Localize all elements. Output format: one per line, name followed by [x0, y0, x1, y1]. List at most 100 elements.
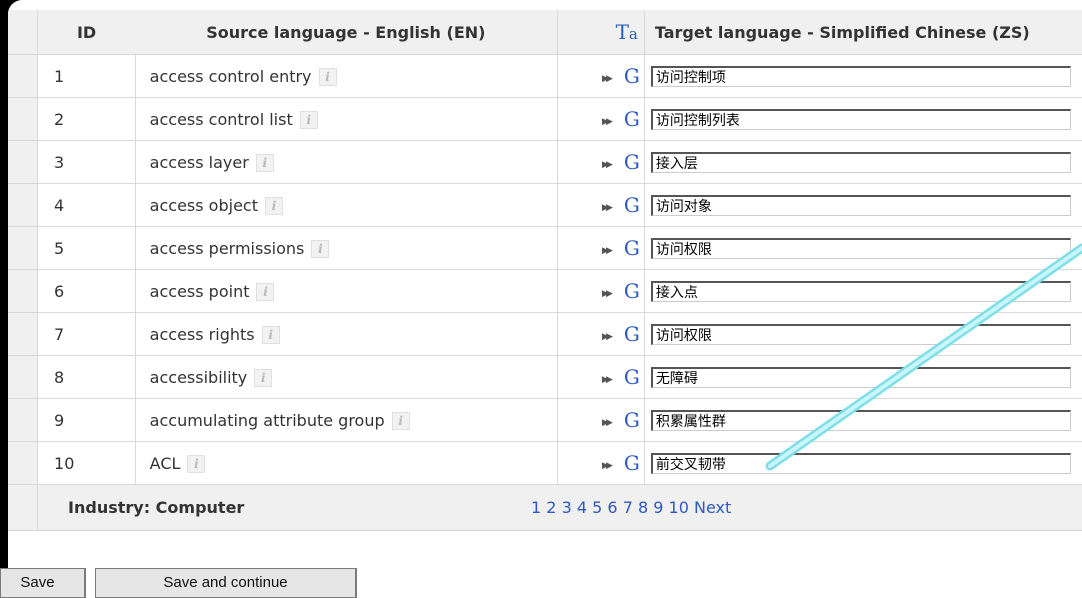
source-cell: access layer i — [135, 140, 558, 184]
info-icon[interactable]: i — [299, 110, 318, 129]
action-column-header: Ta — [557, 10, 645, 55]
source-cell: access control entry i — [135, 54, 558, 98]
copy-source-icon[interactable]: ▶▶ — [602, 203, 613, 213]
source-term: ACL — [149, 453, 181, 473]
target-term-input[interactable] — [650, 366, 1071, 388]
target-cell — [644, 54, 1082, 98]
google-translate-icon[interactable]: G — [624, 365, 640, 389]
action-cell: ▶▶ G — [557, 269, 645, 313]
info-icon[interactable]: i — [318, 67, 337, 86]
google-translate-icon[interactable]: G — [624, 322, 640, 346]
action-cell: ▶▶ G — [557, 398, 645, 442]
save-and-continue-button[interactable]: Save and continue — [95, 568, 357, 598]
info-icon[interactable]: i — [264, 196, 283, 215]
row-select-cell[interactable] — [8, 269, 39, 313]
copy-source-icon[interactable]: ▶▶ — [602, 289, 613, 299]
row-select-cell[interactable] — [8, 183, 39, 227]
pagination: 1 2 3 4 5 6 7 8 9 10 Next — [531, 498, 731, 517]
info-icon[interactable]: i — [391, 411, 410, 430]
target-term-input[interactable] — [650, 323, 1071, 345]
font-switch-icon[interactable]: Ta — [616, 20, 638, 44]
save-button[interactable]: Save — [0, 568, 86, 598]
action-cell: ▶▶ G — [557, 355, 645, 399]
copy-source-icon[interactable]: ▶▶ — [602, 246, 613, 256]
google-translate-icon[interactable]: G — [624, 279, 640, 303]
page-link-4[interactable]: 4 — [577, 498, 587, 517]
google-translate-icon[interactable]: G — [624, 236, 640, 260]
google-translate-icon[interactable]: G — [624, 64, 640, 88]
copy-source-icon[interactable]: ▶▶ — [602, 160, 613, 170]
page-link-8[interactable]: 8 — [638, 498, 648, 517]
action-cell: ▶▶ G — [557, 441, 645, 485]
table-row: 8 accessibility i ▶▶ G — [8, 355, 1082, 399]
source-cell: access permissions i — [135, 226, 558, 270]
info-icon[interactable]: i — [311, 239, 330, 258]
target-cell — [644, 312, 1082, 356]
info-icon[interactable]: i — [261, 325, 280, 344]
id-column-header: ID — [37, 10, 136, 55]
row-select-cell[interactable] — [8, 97, 39, 141]
info-icon[interactable]: i — [254, 368, 273, 387]
source-term: accumulating attribute group — [149, 410, 385, 430]
row-select-cell[interactable] — [8, 355, 39, 399]
page-link-1[interactable]: 1 — [531, 498, 541, 517]
copy-source-icon[interactable]: ▶▶ — [602, 74, 613, 84]
source-cell: access object i — [135, 183, 558, 227]
page-link-9[interactable]: 9 — [653, 498, 663, 517]
row-select-cell[interactable] — [8, 312, 39, 356]
target-term-input[interactable] — [650, 108, 1071, 130]
row-id: 6 — [37, 269, 136, 313]
table-row: 3 access layer i ▶▶ G — [8, 140, 1082, 184]
target-cell — [644, 269, 1082, 313]
row-id: 2 — [37, 97, 136, 141]
row-id: 5 — [37, 226, 136, 270]
term-table: ID Source language - English (EN) Ta Tar… — [8, 10, 1082, 531]
source-cell: accessibility i — [135, 355, 558, 399]
row-select-cell[interactable] — [8, 398, 39, 442]
row-select-cell[interactable] — [8, 226, 39, 270]
copy-source-icon[interactable]: ▶▶ — [602, 375, 613, 385]
row-select-cell[interactable] — [8, 441, 39, 485]
google-translate-icon[interactable]: G — [624, 107, 640, 131]
copy-source-icon[interactable]: ▶▶ — [602, 418, 613, 428]
info-icon[interactable]: i — [187, 454, 206, 473]
row-id: 9 — [37, 398, 136, 442]
copy-source-icon[interactable]: ▶▶ — [602, 117, 613, 127]
target-term-input[interactable] — [650, 194, 1071, 216]
target-cell — [644, 183, 1082, 227]
row-select-cell[interactable] — [8, 54, 39, 98]
row-select-cell[interactable] — [8, 140, 39, 184]
row-id: 8 — [37, 355, 136, 399]
target-cell — [644, 140, 1082, 184]
source-term: accessibility — [149, 367, 248, 387]
table-row: 7 access rights i ▶▶ G — [8, 312, 1082, 356]
page-link-6[interactable]: 6 — [607, 498, 617, 517]
page-link-3[interactable]: 3 — [562, 498, 572, 517]
copy-source-icon[interactable]: ▶▶ — [602, 332, 613, 342]
source-term: access rights — [149, 324, 255, 344]
target-term-input[interactable] — [650, 452, 1071, 474]
table-row: 5 access permissions i ▶▶ G — [8, 226, 1082, 270]
page-link-2[interactable]: 2 — [546, 498, 556, 517]
next-page-link[interactable]: Next — [694, 498, 731, 517]
target-term-input[interactable] — [650, 65, 1071, 87]
info-icon[interactable]: i — [256, 282, 275, 301]
source-term: access permissions — [149, 238, 305, 258]
google-translate-icon[interactable]: G — [624, 408, 640, 432]
target-term-input[interactable] — [650, 409, 1071, 431]
target-term-input[interactable] — [650, 237, 1071, 259]
action-cell: ▶▶ G — [557, 183, 645, 227]
info-icon[interactable]: i — [255, 153, 274, 172]
page-link-10[interactable]: 10 — [669, 498, 689, 517]
target-cell — [644, 441, 1082, 485]
pagination-cell: 1 2 3 4 5 6 7 8 9 10 Next — [531, 484, 1082, 531]
target-term-input[interactable] — [650, 151, 1071, 173]
page-link-5[interactable]: 5 — [592, 498, 602, 517]
page-link-7[interactable]: 7 — [623, 498, 633, 517]
google-translate-icon[interactable]: G — [624, 150, 640, 174]
target-term-input[interactable] — [650, 280, 1071, 302]
table-row: 1 access control entry i ▶▶ G — [8, 54, 1082, 98]
google-translate-icon[interactable]: G — [624, 451, 640, 475]
copy-source-icon[interactable]: ▶▶ — [602, 461, 613, 471]
google-translate-icon[interactable]: G — [624, 193, 640, 217]
